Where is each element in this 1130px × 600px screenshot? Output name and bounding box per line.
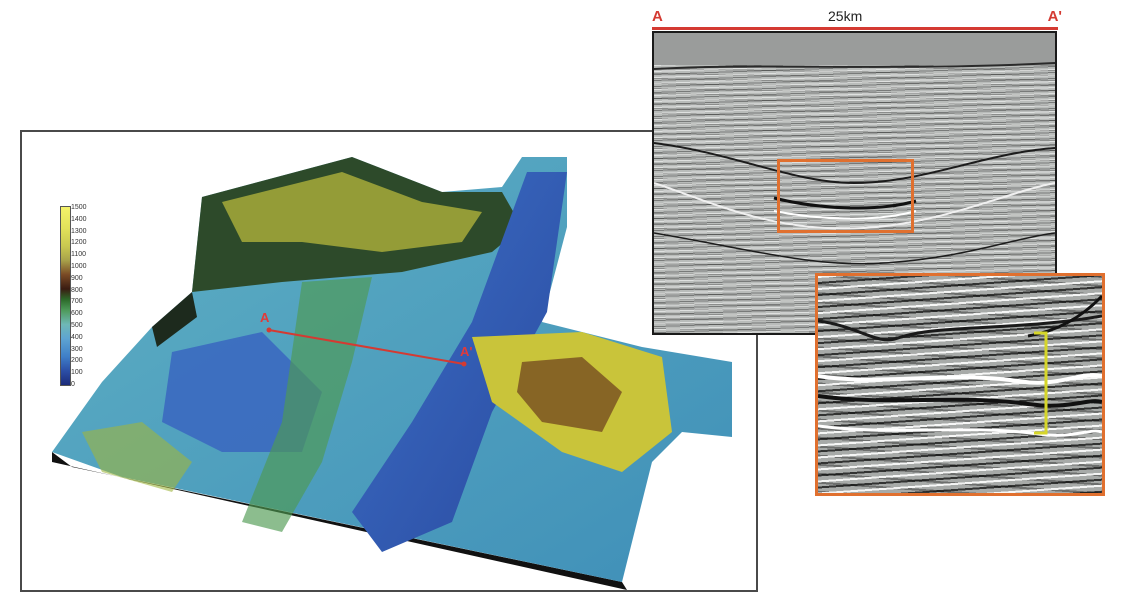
scale-label: 600 <box>71 310 83 318</box>
section-distance: 25km <box>828 8 863 24</box>
terrain-map-graphic <box>52 157 732 590</box>
section-header: A 25km A' <box>648 6 1062 32</box>
section-label-start: A <box>652 8 663 25</box>
scale-label: 1200 <box>71 239 87 247</box>
inset-horizons <box>818 294 1102 437</box>
profile-point-a-prime <box>461 361 467 367</box>
scale-label: 900 <box>71 274 83 282</box>
scale-label: 700 <box>71 298 83 306</box>
scale-label: 1500 <box>71 204 87 211</box>
terrain-map-panel: A A' 1500 1400 1300 1200 1100 1000 900 8… <box>20 130 758 592</box>
scale-label: 1400 <box>71 215 87 223</box>
profile-label-a: A <box>260 310 270 325</box>
scale-label: 800 <box>71 286 83 294</box>
scale-label: 200 <box>71 357 83 365</box>
scale-label: 1100 <box>71 251 87 259</box>
scale-label: 100 <box>71 369 83 377</box>
scale-label: 1300 <box>71 227 87 235</box>
scale-label: 400 <box>71 333 83 341</box>
profile-point-a <box>266 327 272 333</box>
color-scale-bar <box>60 206 71 386</box>
scale-label: 0 <box>71 380 75 388</box>
section-scale-line <box>652 27 1058 30</box>
scale-label: 500 <box>71 321 83 329</box>
color-scale: 1500 1400 1300 1200 1100 1000 900 800 70… <box>60 204 120 389</box>
profile-label-a-prime: A' <box>460 344 473 359</box>
section-zoom-box <box>777 159 914 233</box>
scale-label: 300 <box>71 345 83 353</box>
scale-label: 1000 <box>71 262 87 270</box>
seismic-zoom-inset <box>815 273 1105 496</box>
color-scale-labels: 1500 1400 1300 1200 1100 1000 900 800 70… <box>71 204 119 389</box>
section-label-end: A' <box>1047 8 1062 25</box>
